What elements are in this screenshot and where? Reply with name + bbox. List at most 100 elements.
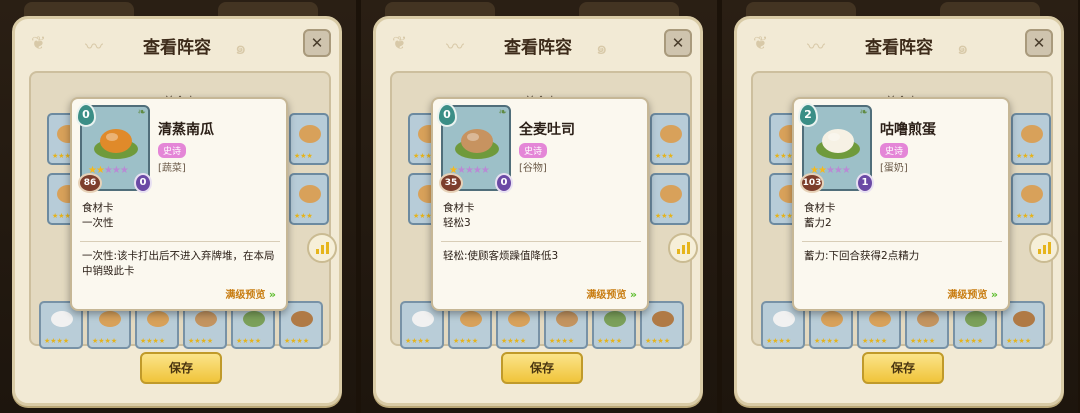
lineup-card[interactable]: ★★★	[289, 113, 329, 165]
health-badge: 0	[134, 173, 152, 193]
leaf-icon: ❧	[137, 107, 146, 118]
food-card: 0 ❧ ★★★★★ 35 0	[437, 103, 513, 193]
star-rating: ★★★★	[44, 337, 70, 345]
lineup-card[interactable]: ★★★	[1011, 113, 1051, 165]
food-card: 2 ❧ ★★★★★ 103 1	[798, 103, 874, 193]
food-image	[1021, 125, 1043, 143]
save-button[interactable]: 保存	[501, 352, 583, 384]
food-image	[147, 311, 169, 327]
divider	[441, 241, 641, 242]
star-rating: ★★★	[52, 152, 71, 160]
card-type: 食材卡	[443, 202, 475, 214]
food-image	[291, 311, 313, 327]
star-rating: ★★★★	[236, 337, 262, 345]
food-image	[412, 311, 434, 327]
card-description: 食材卡 一次性	[82, 201, 282, 231]
preview-label: 满级预览	[586, 290, 627, 301]
card-description: 食材卡 轻松3	[443, 201, 643, 231]
star-rating: ★★★★	[453, 337, 479, 345]
star-rating: ★★★★	[814, 337, 840, 345]
card-detail-popup: 0 ❧ ★★★★★ 35 0 全麦吐司 史诗 [谷物] 食材卡 轻松3 轻松:使…	[431, 97, 649, 311]
food-image	[965, 311, 987, 327]
card-detail-popup: 2 ❧ ★★★★★ 103 1 咕噜煎蛋 史诗 [蛋奶] 食材卡 蓄力2 蓄力:…	[792, 97, 1010, 311]
stats-icon-button[interactable]	[668, 233, 698, 263]
double-chevron-icon: »	[629, 288, 637, 301]
rarity-badge: 史诗	[158, 143, 187, 158]
rarity-badge: 史诗	[880, 143, 909, 158]
star-rating: ★★★	[774, 152, 793, 160]
dialog-title: 查看阵容	[865, 38, 933, 57]
divider	[80, 241, 280, 242]
food-image	[652, 311, 674, 327]
close-button[interactable]: ✕	[1025, 29, 1053, 57]
card-effect: 轻松:使顾客烦躁值降低3	[443, 250, 559, 262]
double-chevron-icon: »	[268, 288, 276, 301]
lineup-card[interactable]: ★★★	[1011, 173, 1051, 225]
card-keyword: 一次性	[82, 217, 114, 229]
food-card: 0 ❧ ★★★★★ 86 0	[76, 103, 152, 193]
leaf-icon: ❧	[498, 107, 507, 118]
preview-label: 满级预览	[947, 290, 988, 301]
star-rating: ★★★	[655, 152, 674, 160]
lineup-panel: ❦ 〰 ๑ 查看阵容 ✕ 美食卡 ★★★ ★★★	[361, 0, 717, 413]
card-name: 咕噜煎蛋	[880, 121, 936, 137]
card-type: 食材卡	[82, 202, 114, 214]
attack-badge: 35	[439, 173, 463, 193]
food-image	[821, 311, 843, 327]
lineup-panel: ❦ 〰 ๑ 查看阵容 ✕ 美食卡 ★★★ ★★★	[0, 0, 356, 413]
max-level-preview-link[interactable]: 满级预览 »	[586, 286, 637, 301]
star-rating: ★★★★	[597, 337, 623, 345]
save-button[interactable]: 保存	[140, 352, 222, 384]
food-image	[453, 121, 501, 161]
health-badge: 1	[856, 173, 874, 193]
food-image	[195, 311, 217, 327]
card-keyword: 轻松3	[443, 217, 471, 229]
bar-chart-icon	[1038, 242, 1052, 254]
divider	[802, 241, 1002, 242]
bar-chart-icon	[677, 242, 691, 254]
card-name: 清蒸南瓜	[158, 121, 214, 137]
star-rating: ★★★	[294, 212, 313, 220]
card-type: 食材卡	[804, 202, 836, 214]
card-effect: 一次性:该卡打出后不进入弃牌堆，在本局中销毁此卡	[82, 250, 275, 277]
lineup-card[interactable]: ★★★	[650, 113, 690, 165]
close-button[interactable]: ✕	[303, 29, 331, 57]
star-rating: ★★★	[413, 212, 432, 220]
star-rating: ★★★	[1016, 152, 1035, 160]
lineup-card[interactable]: ★★★	[289, 173, 329, 225]
star-rating: ★★★★	[766, 337, 792, 345]
card-effect: 蓄力:下回合获得2点精力	[804, 250, 920, 262]
food-image	[660, 125, 682, 143]
close-button[interactable]: ✕	[664, 29, 692, 57]
stats-icon-button[interactable]	[307, 233, 337, 263]
star-rating: ★★★★	[92, 337, 118, 345]
attack-badge: 103	[800, 173, 824, 193]
health-badge: 0	[495, 173, 513, 193]
star-rating: ★★★★	[958, 337, 984, 345]
lineup-card[interactable]: ★★★	[650, 173, 690, 225]
leaf-icon: ❧	[859, 107, 868, 118]
preview-label: 满级预览	[225, 290, 266, 301]
star-rating: ★★★★	[1006, 337, 1032, 345]
save-button[interactable]: 保存	[862, 352, 944, 384]
food-image	[243, 311, 265, 327]
lineup-dialog: ❦ 〰 ๑ 查看阵容 ✕ 美食卡 ★★★ ★★★	[734, 16, 1064, 406]
stats-icon-button[interactable]	[1029, 233, 1059, 263]
rarity-badge: 史诗	[519, 143, 548, 158]
star-rating: ★★★★	[549, 337, 575, 345]
star-rating: ★★★	[1016, 212, 1035, 220]
food-image	[299, 185, 321, 203]
food-image	[1021, 185, 1043, 203]
card-category: [谷物]	[519, 163, 547, 174]
dialog-title: 查看阵容	[143, 38, 211, 57]
max-level-preview-link[interactable]: 满级预览 »	[947, 286, 998, 301]
star-rating: ★★★★	[501, 337, 527, 345]
star-rating: ★★★★	[188, 337, 214, 345]
star-rating: ★★★	[774, 212, 793, 220]
star-rating: ★★★★	[645, 337, 671, 345]
dialog-title: 查看阵容	[504, 38, 572, 57]
food-image	[51, 311, 73, 327]
food-image	[508, 311, 530, 327]
max-level-preview-link[interactable]: 满级预览 »	[225, 286, 276, 301]
attack-badge: 86	[78, 173, 102, 193]
